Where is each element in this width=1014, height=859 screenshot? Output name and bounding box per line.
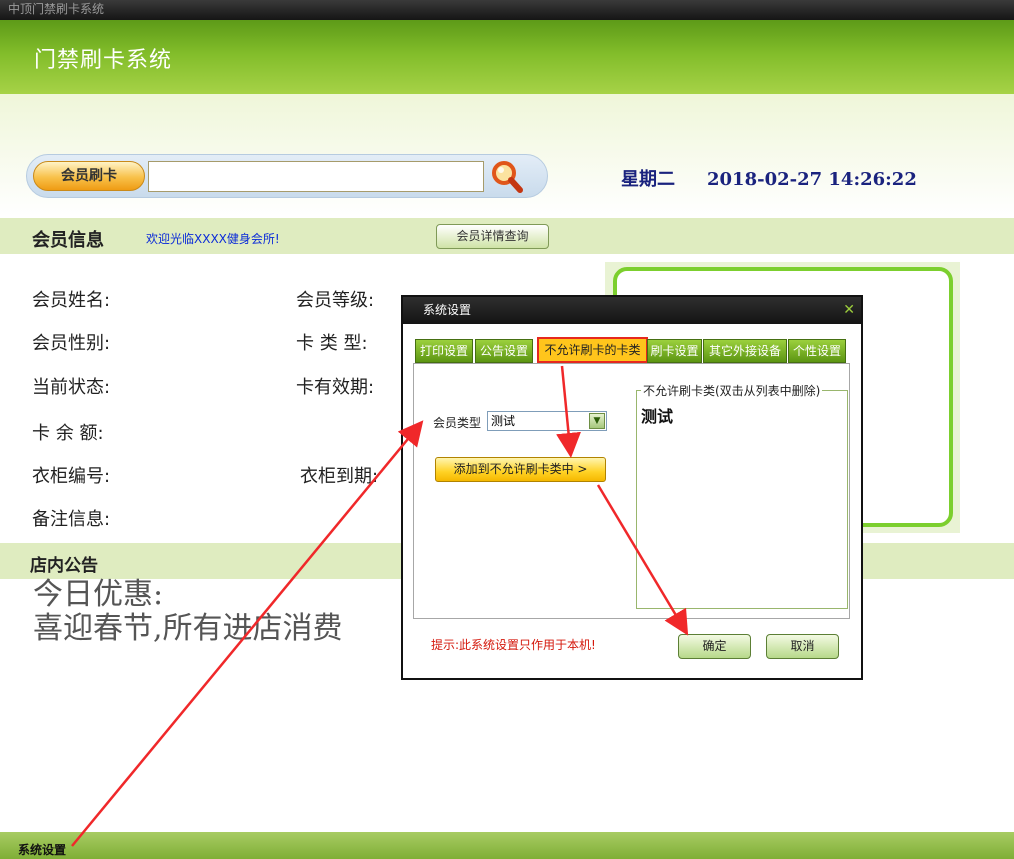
app-header: 门禁刷卡系统 xyxy=(0,20,1014,94)
tab-swipe-settings[interactable]: 刷卡设置 xyxy=(647,339,702,363)
notice-line-1: 今日优惠: xyxy=(33,577,164,612)
cancel-button[interactable]: 取消 xyxy=(766,634,839,659)
tab-external-devices[interactable]: 其它外接设备 xyxy=(703,339,787,363)
card-number-input[interactable] xyxy=(148,161,484,192)
member-info-bar: 会员信息 欢迎光临XXXX健身会所! 会员详情查询 xyxy=(0,218,1014,254)
dialog-titlebar: 系统设置 ✕ xyxy=(403,297,861,324)
disallowed-card-types-group: 不允许刷卡类(双击从列表中删除) 测试 xyxy=(636,382,848,609)
member-type-select[interactable]: 测试 ▼ xyxy=(487,411,607,431)
hint-text: 提示:此系统设置只作用于本机! xyxy=(431,638,596,652)
list-item[interactable]: 测试 xyxy=(641,403,673,427)
ok-button[interactable]: 确定 xyxy=(678,634,751,659)
card-type-label: 卡 类 型: xyxy=(296,333,368,354)
window-titlebar: 中顶门禁刷卡系统 xyxy=(0,0,1014,20)
system-settings-link[interactable]: 系统设置 xyxy=(18,841,66,858)
footer-bar: 系统设置 xyxy=(0,832,1014,859)
member-type-value: 测试 xyxy=(491,414,516,428)
weekday: 星期二 xyxy=(621,169,675,190)
card-balance-label: 卡 余 额: xyxy=(32,423,104,444)
member-name-label: 会员姓名: xyxy=(32,290,111,311)
notice-title: 店内公告 xyxy=(30,556,98,576)
tab-panel: 会员类型 测试 ▼ 添加到不允许刷卡类中 > 不允许刷卡类(双击从列表中删除) … xyxy=(413,363,850,619)
magnifier-icon[interactable] xyxy=(489,159,525,195)
close-icon[interactable]: ✕ xyxy=(843,302,855,318)
card-validity-label: 卡有效期: xyxy=(296,377,375,398)
swipe-bar: 会员刷卡 xyxy=(26,154,548,198)
clock: 星期二 2018-02-27 14:26:22 xyxy=(621,165,917,191)
add-to-disallowed-button[interactable]: 添加到不允许刷卡类中 > xyxy=(435,457,606,482)
dialog-title: 系统设置 xyxy=(423,303,472,317)
tab-disallowed-card-types[interactable]: 不允许刷卡的卡类 xyxy=(537,337,648,363)
member-info-title: 会员信息 xyxy=(32,230,104,251)
remark-label: 备注信息: xyxy=(32,509,111,530)
tab-notice-settings[interactable]: 公告设置 xyxy=(475,339,533,363)
window-title: 中顶门禁刷卡系统 xyxy=(8,2,105,16)
locker-number-label: 衣柜编号: xyxy=(32,466,111,487)
group-title: 不允许刷卡类(双击从列表中删除) xyxy=(641,382,823,399)
member-detail-button[interactable]: 会员详情查询 xyxy=(436,224,549,249)
notice-line-2: 喜迎春节,所有进店消费 xyxy=(33,611,343,646)
swipe-card-label: 会员刷卡 xyxy=(33,161,145,191)
member-level-label: 会员等级: xyxy=(296,290,375,311)
member-status-label: 当前状态: xyxy=(32,377,111,398)
system-settings-dialog: 系统设置 ✕ 打印设置 公告设置 不允许刷卡的卡类 刷卡设置 其它外接设备 个性… xyxy=(401,295,863,680)
locker-expiry-label: 衣柜到期: xyxy=(300,466,379,487)
datetime: 2018-02-27 14:26:22 xyxy=(707,169,917,190)
member-gender-label: 会员性别: xyxy=(32,333,111,354)
notice-content: 今日优惠: 喜迎春节,所有进店消费 xyxy=(33,578,343,646)
welcome-text: 欢迎光临XXXX健身会所! xyxy=(146,232,280,246)
member-type-label: 会员类型 xyxy=(433,416,482,430)
tab-print-settings[interactable]: 打印设置 xyxy=(415,339,473,363)
app-title: 门禁刷卡系统 xyxy=(34,48,173,73)
tab-personal-settings[interactable]: 个性设置 xyxy=(788,339,846,363)
chevron-down-icon[interactable]: ▼ xyxy=(589,413,605,429)
